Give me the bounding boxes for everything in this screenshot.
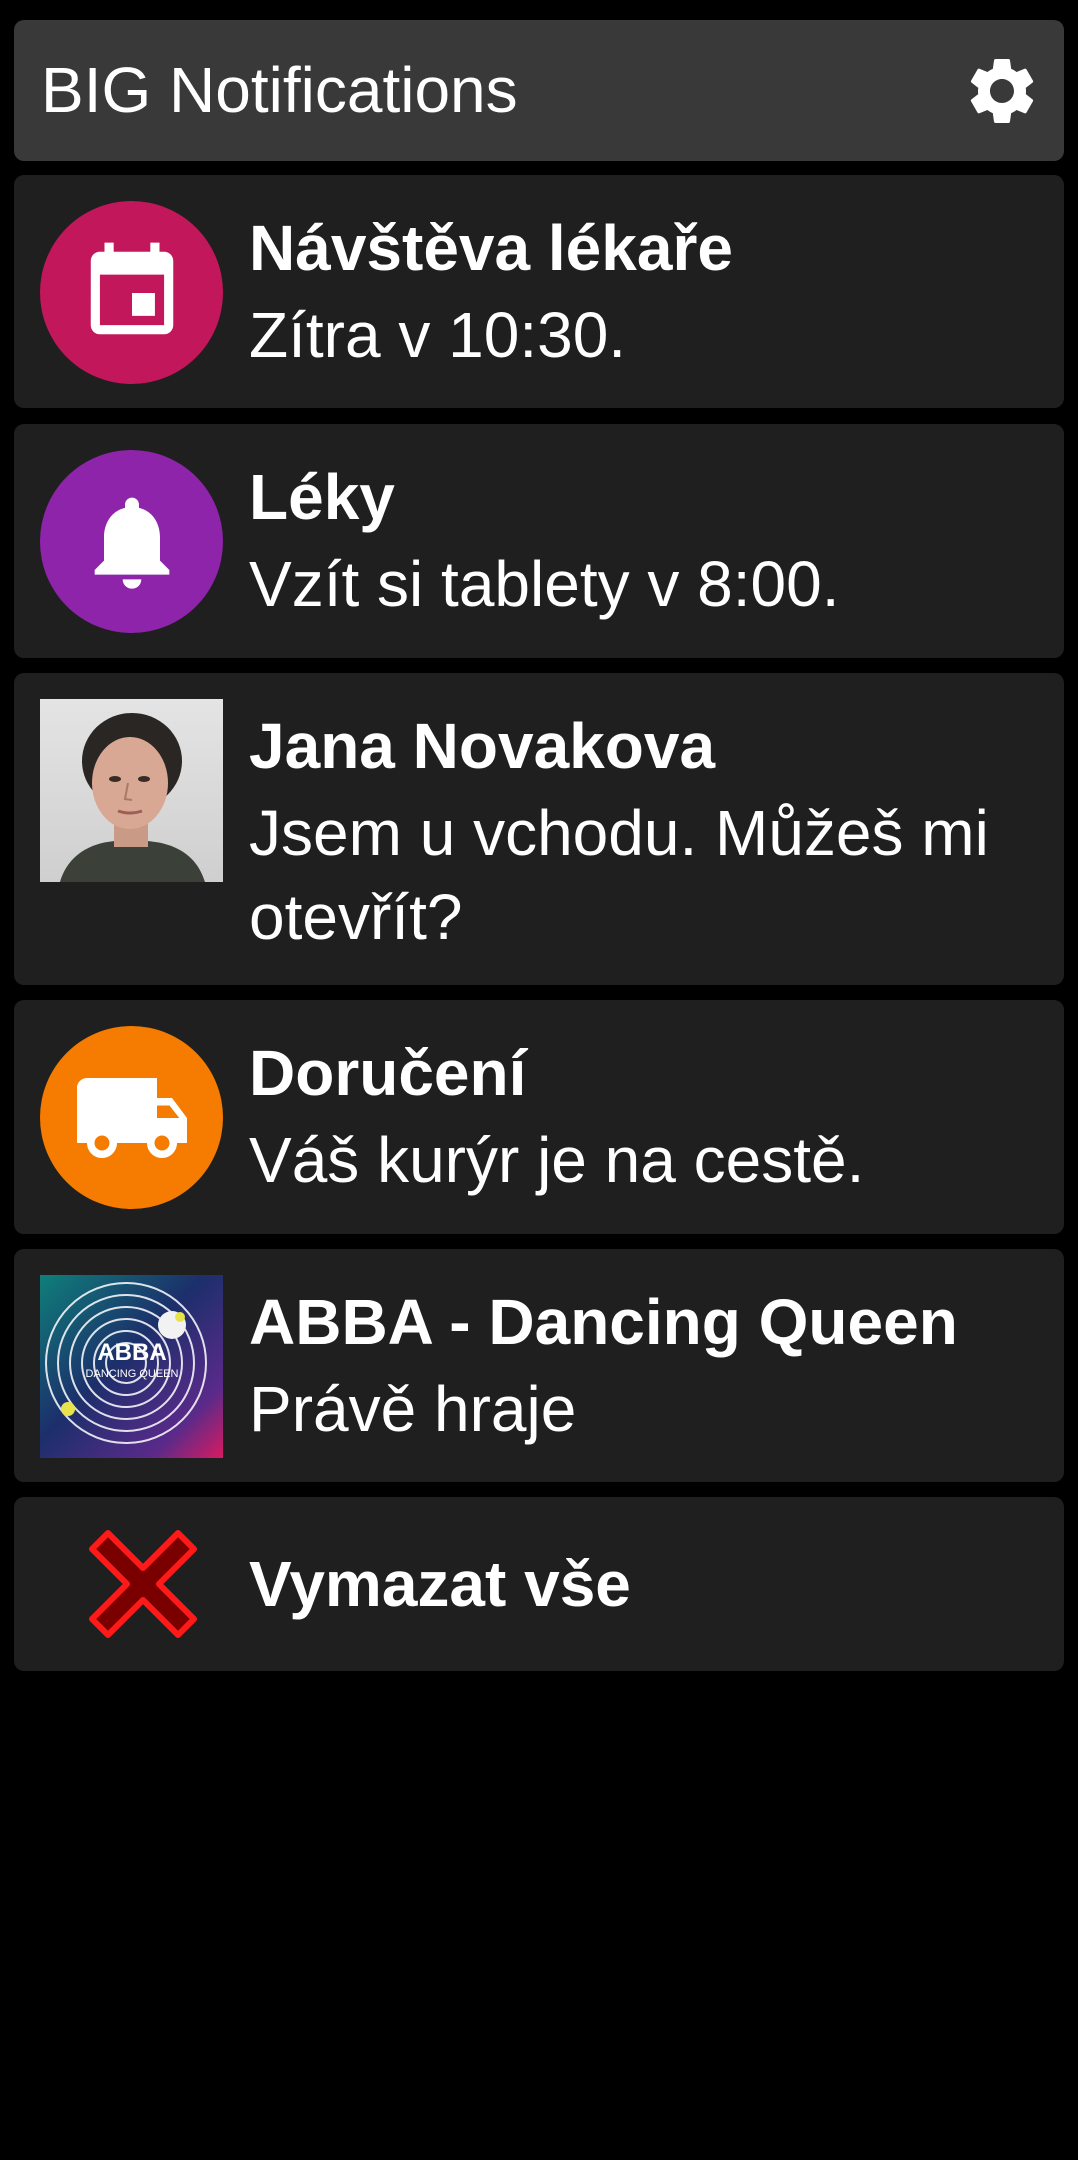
notification-card[interactable]: Jana Novakova Jsem u vchodu. Můžeš mi ot… [14,673,1064,985]
notification-body: Vzít si tablety v 8:00. [249,548,840,620]
contact-photo [40,699,223,882]
notification-card[interactable]: ABBA DANCING QUEEN ABBA - Dancing Queen … [14,1249,1064,1482]
notification-body: Váš kurýr je na cestě. [249,1124,865,1196]
app-title: BIG Notifications [41,54,518,126]
album-title-text: ABBA [97,1339,166,1366]
app-header: BIG Notifications [14,20,1064,161]
bell-icon [94,497,169,589]
clear-all-label: Vymazat vše [249,1548,631,1620]
truck-avatar [40,1026,223,1209]
truck-icon [76,1077,187,1158]
album-subtitle-text: DANCING QUEEN [86,1368,179,1380]
calendar-avatar [40,201,223,384]
notification-title: Návštěva lékaře [249,212,733,284]
notification-body: Jsem u vchodu. Můžeš mi otevřít? [249,797,989,953]
notification-title: ABBA - Dancing Queen [249,1286,958,1358]
notification-card[interactable]: Doručení Váš kurýr je na cestě. [14,1000,1064,1234]
settings-button[interactable] [960,49,1044,133]
bell-avatar [40,450,223,633]
notification-title: Léky [249,461,395,533]
calendar-icon [90,242,173,334]
album-art: ABBA DANCING QUEEN [40,1275,223,1458]
notification-card[interactable]: Návštěva lékaře Zítra v 10:30. [14,175,1064,408]
close-icon [89,1530,197,1638]
clear-all-button[interactable]: Vymazat vše [14,1497,1064,1671]
notification-title: Jana Novakova [249,710,716,782]
notification-card[interactable]: Léky Vzít si tablety v 8:00. [14,424,1064,658]
notification-body: Zítra v 10:30. [249,299,627,371]
notification-title: Doručení [249,1037,527,1109]
gear-icon [970,58,1034,123]
notification-body: Právě hraje [249,1373,577,1445]
